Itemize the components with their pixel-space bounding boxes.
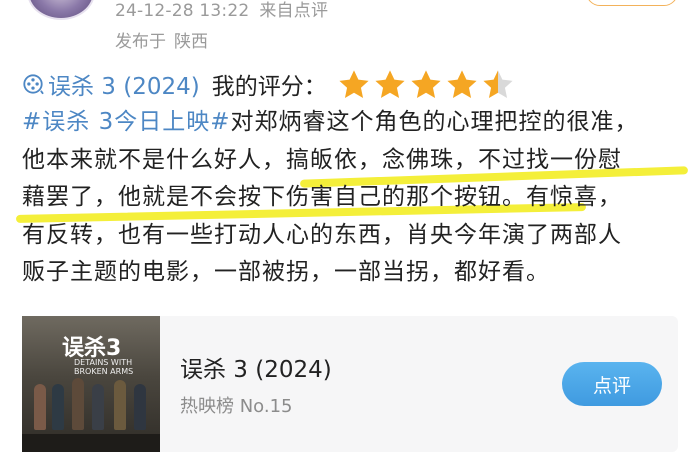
movie-card-title: 误杀 3 (2024) <box>180 357 332 383</box>
publish-location: 发布于 陕西 <box>115 27 208 52</box>
poster-figure <box>114 380 126 430</box>
post-source: 来自点评 <box>259 1 329 21</box>
review-button[interactable]: 点评 <box>562 362 662 406</box>
movie-link[interactable]: 误杀 3 (2024) <box>48 67 200 101</box>
review-line-2: 他本来就不是什么好人，搞皈依，念佛珠，不过找一份慰 <box>22 142 689 188</box>
poster-figure <box>134 384 146 430</box>
review-line-5: 贩子主题的电影，一部被拐，一部当拐，都好看。 <box>22 254 682 292</box>
star-icon <box>375 69 405 98</box>
star-icon <box>339 69 369 98</box>
rating-row: 误杀 3 (2024) 我的评分： <box>22 66 517 102</box>
review-line-3-text: 藉罢了，他就是不会按下伤害自己的那个按钮。有惊喜， <box>22 184 622 210</box>
movie-card[interactable]: 误杀3 DETAINS WITH BROKEN ARMS 误杀 3 (2024)… <box>22 316 678 452</box>
poster-subtitle: DETAINS WITH BROKEN ARMS <box>74 358 134 376</box>
follow-button[interactable] <box>586 0 678 6</box>
user-avatar[interactable] <box>27 0 95 20</box>
review-line-4-text: 有反转，也有一些打动人心的东西，肖央今年演了两部人 <box>22 221 622 248</box>
poster-figure <box>92 384 104 430</box>
published-label: 发布于 <box>115 32 166 52</box>
review-text: #误杀 3今日上映#对郑炳睿这个角色的心理把控的很准， 他本来就不是什么好人，搞… <box>15 104 689 292</box>
review-line-1: #误杀 3今日上映#对郑炳睿这个角色的心理把控的很准， <box>22 104 682 142</box>
topic-hashtag[interactable]: #误杀 3今日上映# <box>22 109 231 135</box>
poster-footer <box>22 434 160 452</box>
star-icon <box>447 69 477 98</box>
star-icon <box>483 69 513 98</box>
film-reel-icon <box>23 74 44 95</box>
post-meta: 24-12-28 13:22 来自点评 <box>115 0 328 21</box>
movie-poster[interactable]: 误杀3 DETAINS WITH BROKEN ARMS <box>22 316 160 452</box>
star-icon <box>411 69 441 98</box>
poster-figure <box>34 384 46 430</box>
post-datetime: 24-12-28 13:22 <box>115 1 250 21</box>
review-line-2-text: 他本来就不是什么好人，搞皈依，念佛珠，不过找一份慰 <box>22 146 622 173</box>
review-line-1-text: 对郑炳睿这个角色的心理把控的很准， <box>230 109 639 135</box>
location-text: 陕西 <box>174 32 208 52</box>
movie-card-rank: 热映榜 No.15 <box>180 396 293 417</box>
poster-figure <box>52 384 64 430</box>
review-line-4: 有反转，也有一些打动人心的东西，肖央今年演了两部人 <box>22 217 682 255</box>
rating-stars <box>337 68 517 101</box>
review-line-3: 藉罢了，他就是不会按下伤害自己的那个按钮。有惊喜， <box>15 179 682 223</box>
poster-figure <box>72 378 84 430</box>
rating-label: 我的评分： <box>211 74 327 100</box>
review-line-5-text: 贩子主题的电影，一部被拐，一部当拐，都好看。 <box>22 259 550 285</box>
